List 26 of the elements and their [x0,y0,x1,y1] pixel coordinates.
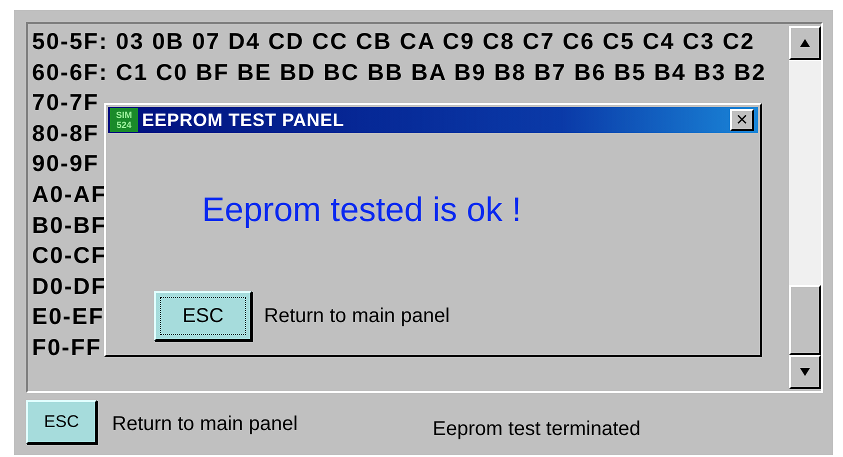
hex-dump-row-text: D0-DF [32,272,107,301]
hex-dump-row-text: A0-AF [32,180,107,209]
esc-button[interactable]: ESC [154,291,252,341]
scroll-thumb[interactable] [789,285,821,356]
app-logo: SIM 524 [110,108,138,132]
hex-dump-row-text: 70-7F [32,88,100,118]
down-arrow-icon [800,368,810,376]
scroll-up-button[interactable] [789,26,821,60]
esc-button[interactable]: ESC [26,400,97,444]
hex-dump-row-text: 90-9F [32,149,100,178]
hex-dump-row-text: F0-FF [32,332,102,362]
dialog-title: EEPROM TEST PANEL [142,110,346,130]
hex-dump-row-text: 50-5F: 03 0B 07 D4 CD CC CB CA C9 C8 C7 C6 C5 C4 C3 C2 [32,27,755,56]
button-caption: Return to main panel [264,304,450,328]
hex-dump-row-text: 60-6F: C1 C0 BF BE BD BC BB BA B9 B8 B7 B6 B5 B4 B3 B2 [32,58,766,87]
scroll-down-button[interactable] [789,355,821,390]
hex-dump-row-text: 80-8F [32,118,100,148]
button-caption: Return to main panel [112,412,298,436]
result-message: Eeprom tested is ok ! [202,191,522,230]
status-text: Eeprom test terminated [432,418,641,441]
vertical-scrollbar[interactable] [789,26,821,390]
hex-dump-row-text: C0-CF [32,241,107,270]
hex-dump-row-text: B0-BF [32,210,107,240]
hex-dump-row-text: E0-EF [32,302,104,332]
close-button[interactable]: × [730,109,754,131]
up-arrow-icon [800,39,810,47]
